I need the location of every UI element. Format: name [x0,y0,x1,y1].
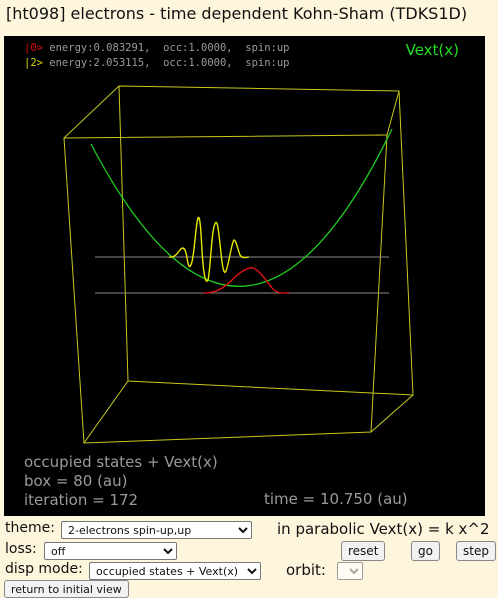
box-size-readout: box = 80 (au) [24,472,128,490]
orbit-select[interactable]: 0 [337,562,363,580]
display-mode-readout: occupied states + Vext(x) [24,453,218,471]
return-initial-view-button[interactable]: return to initial view [4,580,129,598]
disp-mode-label: disp mode: [5,561,83,577]
state-0-tag: |0> [24,42,43,54]
vext-legend: Vext(x) [405,41,459,59]
theme-select[interactable]: 2-electrons spin-up,up [61,521,252,539]
state-0-wavefunction [203,267,290,294]
simulation-canvas[interactable]: |0> energy:0.083291, occ:1.0000, spin:up… [4,36,485,516]
loss-label: loss: [5,541,37,557]
state-2-tag: |2> [24,57,43,69]
go-button[interactable]: go [411,541,440,561]
iteration-readout: iteration = 172 [24,491,139,509]
time-readout: time = 10.750 (au) [264,490,408,508]
step-button[interactable]: step [456,541,496,561]
window-title: [ht098] electrons - time dependent Kohn-… [6,4,468,23]
disp-mode-select[interactable]: occupied states + Vext(x) [89,562,261,580]
state-2-text: energy:2.053115, occ:1.0000, spin:up [42,57,290,69]
simulation-plot [63,85,414,444]
state-0-text: energy:0.083291, occ:1.0000, spin:up [42,42,290,54]
state-2-readout: |2> energy:2.053115, occ:1.0000, spin:up [24,57,290,69]
potential-curve [90,128,393,287]
theme-label: theme: [5,520,55,536]
potential-description: in parabolic Vext(x) = k x^2 [277,520,490,538]
box-back-face [118,85,414,396]
orbit-label: orbit: [286,561,326,579]
reset-button[interactable]: reset [341,541,386,561]
state-0-readout: |0> energy:0.083291, occ:1.0000, spin:up [24,42,290,54]
state-2-wavefunction [168,216,250,282]
loss-select[interactable]: off [44,542,177,560]
perspective-box [63,85,414,444]
